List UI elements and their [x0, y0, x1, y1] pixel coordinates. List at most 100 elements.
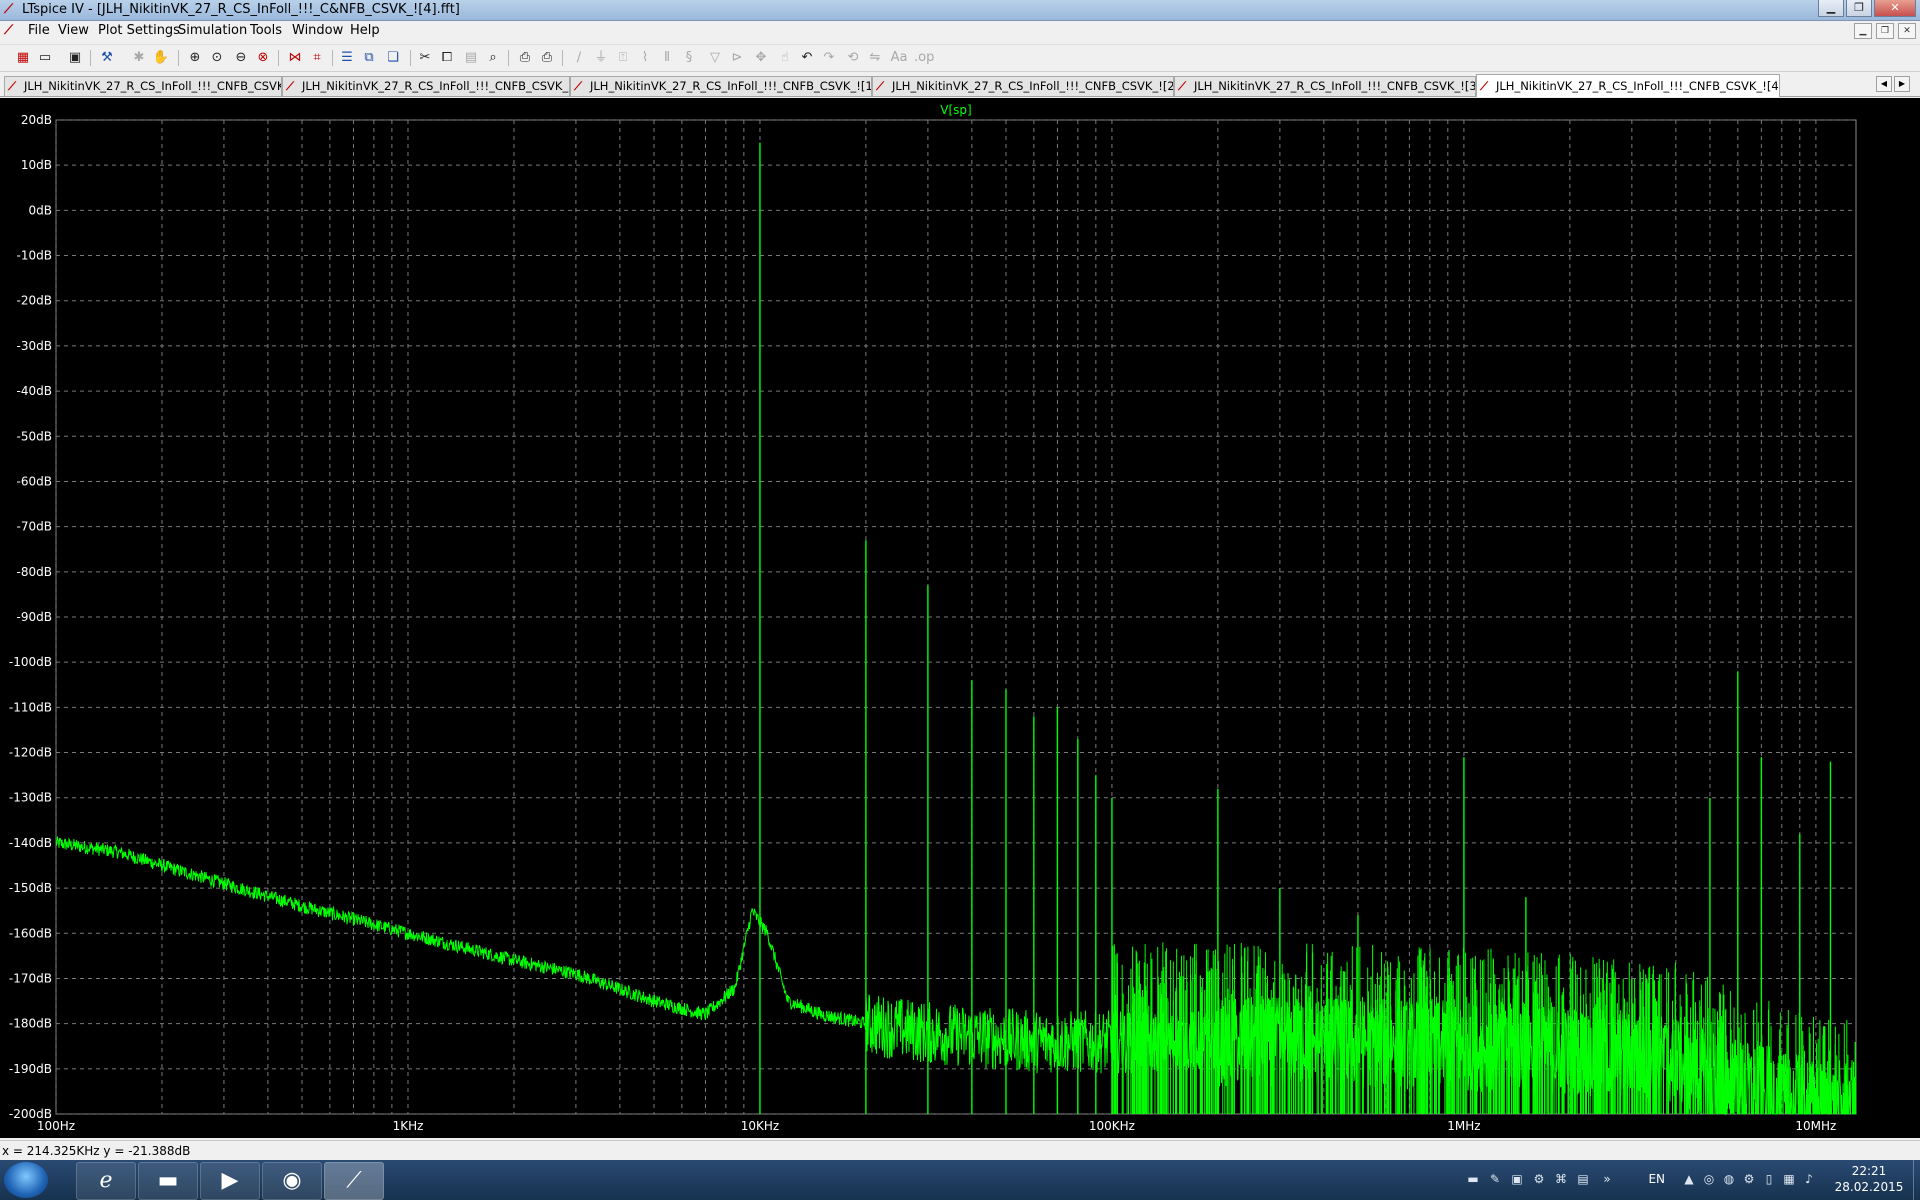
grid-icon[interactable]: ⌗ [308, 49, 326, 67]
ground-icon[interactable]: ⏚ [592, 49, 610, 67]
tray-notes-icon[interactable]: ✎ [1488, 1172, 1502, 1186]
paste-icon[interactable]: ▤ [462, 49, 480, 67]
inductor-icon[interactable]: § [680, 49, 698, 67]
cascade-icon[interactable]: ❏ [384, 49, 402, 67]
find-icon[interactable]: ⌕ [484, 49, 502, 67]
tray-network-app-icon[interactable]: ◍ [1722, 1172, 1736, 1186]
firefox-icon[interactable]: ◉ [262, 1162, 322, 1200]
diode-icon[interactable]: ▽ [706, 49, 724, 67]
tray-settings-icon[interactable]: ⚙ [1532, 1172, 1546, 1186]
run-icon[interactable]: ✱ [130, 49, 148, 67]
wire-icon[interactable]: ∕ [570, 49, 588, 67]
halt-icon[interactable]: ✋ [152, 49, 170, 67]
maximize-button[interactable]: ❐ [1846, 0, 1872, 17]
y-tick-label: 0dB [29, 203, 52, 217]
toolbar: ▦ ▭ ▣ ⚒ ✱ ✋ ⊕ ⊙ ⊖ ⊗ ⋈ ⌗ ☰ ⧉ ❏ ✂ ⧠ ▤ ⌕ ⎙ … [0, 44, 1920, 72]
tile-vertical-icon[interactable]: ⧉ [360, 49, 378, 67]
menu-bar: ⟋ File View Plot Settings Simulation Too… [0, 21, 1920, 41]
y-tick-label: -100dB [9, 655, 52, 669]
tab-fft-2[interactable]: ⟋ JLH_NikitinVK_27_R_CS_InFoll_!!!_CNFB_C… [872, 76, 1174, 96]
drag-icon[interactable]: ☝ [776, 49, 794, 67]
cursor-coordinates: x = 214.325KHz y = -21.388dB [2, 1144, 191, 1158]
doc-minimize-button[interactable]: ▁ [1854, 23, 1872, 39]
tab-fft-4[interactable]: ⟋ JLH_NikitinVK_27_R_CS_InFoll_!!!_CNFB_C… [1476, 74, 1780, 97]
print-icon[interactable]: ⎙ [538, 49, 556, 67]
capacitor-icon[interactable]: ⫴ [658, 49, 676, 67]
tab-schematic[interactable]: ⟋ JLH_NikitinVK_27_R_CS_InFoll_!!!_CNFB_C… [4, 76, 282, 96]
y-tick-label: 20dB [21, 113, 52, 127]
tray-volume-icon[interactable]: ♪ [1802, 1172, 1816, 1186]
waveform-icon: ⟋ [1480, 79, 1489, 93]
menu-file[interactable]: File [28, 23, 50, 39]
open-icon[interactable]: ▭ [36, 49, 54, 67]
y-tick-label: -150dB [9, 881, 52, 895]
menu-plot-settings[interactable]: Plot Settings [98, 23, 180, 39]
zoom-out-icon[interactable]: ⊖ [232, 49, 250, 67]
redo-icon[interactable]: ↷ [820, 49, 838, 67]
print-setup-icon[interactable]: ⎙ [516, 49, 534, 67]
ltspice-icon[interactable]: ⟋ [324, 1162, 384, 1200]
spice-directive-icon[interactable]: .op [914, 49, 934, 67]
tray-gear-icon[interactable]: ⚙ [1742, 1172, 1756, 1186]
grid-lines [55, 119, 1856, 1115]
control-panel-icon[interactable]: ⚒ [98, 49, 116, 67]
ltspice-app-icon[interactable]: ⟋ [4, 3, 18, 17]
fft-plot[interactable]: 20dB 10dB 0dB -10dB -20dB -30dB -40dB -50dB -60d… [0, 98, 1920, 1138]
copy-icon[interactable]: ⧠ [438, 49, 456, 67]
resistor-icon[interactable]: ⌇ [636, 49, 654, 67]
tab-scroll-right-button[interactable]: ▶ [1894, 76, 1910, 92]
label-icon[interactable]: ⍐ [614, 49, 632, 67]
tray-monitor-icon[interactable]: ▣ [1510, 1172, 1524, 1186]
document-icon[interactable]: ⟋ [4, 23, 20, 39]
language-indicator[interactable]: EN [1648, 1172, 1665, 1186]
undo-icon[interactable]: ↶ [798, 49, 816, 67]
zoom-area-icon[interactable]: ⊙ [208, 49, 226, 67]
menu-tools[interactable]: Tools [250, 23, 282, 39]
taskbar-clock[interactable]: 22:21 28.02.2015 [1826, 1163, 1912, 1195]
tray-clipboard-icon[interactable]: ▤ [1576, 1172, 1590, 1186]
zoom-fit-icon[interactable]: ⊗ [254, 49, 272, 67]
document-window-controls: ▁ ❐ ✕ [1854, 23, 1916, 39]
new-schematic-icon[interactable]: ▦ [14, 49, 32, 67]
menu-simulation[interactable]: Simulation [178, 23, 247, 39]
tab-scroll-left-button[interactable]: ◀ [1876, 76, 1892, 92]
autorange-icon[interactable]: ⋈ [286, 49, 304, 67]
tile-horizontal-icon[interactable]: ☰ [338, 49, 356, 67]
tray-arrow-icon[interactable]: ▲ [1682, 1172, 1696, 1186]
tray-battery-icon[interactable]: ▯ [1762, 1172, 1776, 1186]
tab-fft-3[interactable]: ⟋ JLH_NikitinVK_27_R_CS_InFoll_!!!_CNFB_C… [1174, 76, 1476, 96]
mirror-icon[interactable]: ⇋ [866, 49, 884, 67]
doc-restore-button[interactable]: ❐ [1876, 23, 1894, 39]
tray-antivirus-icon[interactable]: ◎ [1702, 1172, 1716, 1186]
save-icon[interactable]: ▣ [66, 49, 84, 67]
file-explorer-icon[interactable]: ▬ [138, 1162, 198, 1200]
show-desktop-button[interactable] [1913, 1160, 1920, 1200]
tray-folder-icon[interactable]: ▬ [1466, 1172, 1480, 1186]
rotate-icon[interactable]: ⟲ [844, 49, 862, 67]
start-button[interactable] [4, 1162, 48, 1198]
y-tick-label: -10dB [17, 249, 52, 263]
doc-close-button[interactable]: ✕ [1898, 23, 1916, 39]
menu-help[interactable]: Help [350, 23, 380, 39]
y-tick-label: -50dB [17, 429, 52, 443]
waveform-plot-pane[interactable]: 20dB 10dB 0dB -10dB -20dB -30dB -40dB -50dB -60d… [0, 98, 1920, 1138]
tab-fft-1[interactable]: ⟋ JLH_NikitinVK_27_R_CS_InFoll_!!!_CNFB_C… [570, 76, 872, 96]
tab-fft[interactable]: ⟋ JLH_NikitinVK_27_R_CS_InFoll_!!!_CNFB_C… [282, 76, 570, 96]
tray-app-icon[interactable]: ⌘ [1554, 1172, 1568, 1186]
close-button[interactable]: ✕ [1874, 0, 1916, 17]
menu-window[interactable]: Window [292, 23, 343, 39]
y-tick-label: -170dB [9, 971, 52, 985]
tray-network-icon[interactable]: ▦ [1782, 1172, 1796, 1186]
cut-icon[interactable]: ✂ [416, 49, 434, 67]
text-icon[interactable]: Aa [890, 49, 908, 67]
trace-label[interactable]: V[sp] [940, 103, 971, 117]
move-icon[interactable]: ✥ [752, 49, 770, 67]
component-icon[interactable]: ⊳ [728, 49, 746, 67]
zoom-in-icon[interactable]: ⊕ [186, 49, 204, 67]
menu-view[interactable]: View [58, 23, 89, 39]
minimize-button[interactable]: ▁ [1818, 0, 1844, 17]
waveform-icon: ⟋ [1178, 79, 1187, 93]
media-player-icon[interactable]: ▶ [200, 1162, 260, 1200]
internet-explorer-icon[interactable]: ℯ [76, 1162, 136, 1200]
tray-expand-icon[interactable]: » [1600, 1172, 1614, 1186]
